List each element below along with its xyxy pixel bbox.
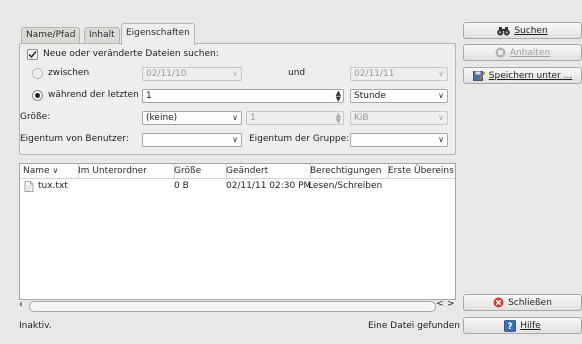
horizontal-scrollbar[interactable]: ‹ < >: [19, 299, 456, 312]
chevron-down-icon: ∨: [232, 113, 238, 122]
binoculars-icon: [497, 26, 511, 35]
file-size: 0 B: [174, 181, 189, 191]
close-button[interactable]: Schließen: [463, 294, 582, 311]
chevron-down-icon: ∨: [232, 135, 238, 144]
column-header-modified[interactable]: Geändert: [223, 164, 311, 178]
help-button[interactable]: ? Hilfe: [463, 317, 582, 334]
tab-name-path[interactable]: Name/Pfad: [21, 27, 81, 44]
scroll-left-icon[interactable]: ‹: [19, 299, 23, 310]
tab-properties[interactable]: Eigenschaften: [121, 23, 195, 45]
results-list[interactable]: Name ∨ Im Unterordner Größe Geändert Ber…: [19, 163, 456, 300]
chevron-down-icon: ∨: [438, 113, 444, 122]
scrollbar-track[interactable]: [29, 301, 436, 312]
tab-content[interactable]: Inhalt: [84, 27, 120, 44]
size-mode-select[interactable]: (keine) ∨: [142, 111, 242, 125]
spin-arrows-icon: ▲ ▼: [335, 111, 341, 125]
scroll-left-arrow-icon[interactable]: <: [436, 299, 444, 309]
scroll-right-arrow-icon[interactable]: >: [447, 299, 455, 309]
sort-chevron-icon: ∨: [52, 166, 59, 175]
between-from-date[interactable]: 02/11/10 ∨: [142, 67, 242, 81]
help-icon: ?: [504, 319, 517, 332]
chevron-down-icon: ∨: [438, 135, 444, 144]
owner-user-label: Eigentum von Benutzer:: [20, 134, 129, 144]
size-unit-select[interactable]: KiB ∨: [350, 111, 448, 125]
file-modified: 02/11/11 02:30 PM: [226, 181, 312, 191]
during-last-label: während der letzten: [48, 90, 139, 100]
save-as-button[interactable]: Speichern unter ...: [463, 67, 582, 84]
during-last-spinbox[interactable]: 1 ▲ ▼: [142, 89, 344, 103]
new-or-changed-checkbox[interactable]: [27, 49, 38, 60]
between-label: zwischen: [48, 68, 90, 78]
table-row[interactable]: tux.txt 0 B 02/11/11 02:30 PM Lesen/Schr…: [20, 180, 455, 193]
between-to-date[interactable]: 02/11/11 ∨: [350, 67, 448, 81]
svg-text:?: ?: [508, 322, 513, 332]
save-as-icon: [472, 71, 485, 81]
chevron-down-icon: ∨: [438, 69, 444, 78]
column-header-first-match[interactable]: Erste Übereins: [385, 164, 459, 178]
column-header-permissions[interactable]: Berechtigungen: [307, 164, 389, 178]
properties-panel: Neue oder veränderte Dateien suchen: zwi…: [19, 43, 456, 155]
close-icon: [493, 297, 504, 308]
owner-group-label: Eigentum der Gruppe:: [249, 134, 350, 144]
search-button[interactable]: Suchen: [463, 22, 582, 39]
text-file-icon: [24, 181, 34, 192]
chevron-down-icon: ∨: [232, 69, 238, 78]
status-text: Inaktiv.: [19, 321, 52, 331]
time-unit-select[interactable]: Stunde ∨: [350, 89, 448, 103]
results-count-text: Eine Datei gefunden: [368, 321, 460, 331]
column-header-size[interactable]: Größe: [171, 164, 227, 178]
owner-user-select[interactable]: ∨: [142, 133, 242, 147]
check-icon: [28, 51, 37, 59]
column-header-subfolder[interactable]: Im Unterordner: [75, 164, 175, 178]
and-label: und: [288, 68, 306, 78]
spin-arrows-icon: ▲ ▼: [335, 89, 341, 103]
size-value-spinbox[interactable]: 1 ▲ ▼: [246, 111, 344, 125]
chevron-down-icon: ∨: [438, 91, 444, 100]
stop-button[interactable]: Anhalten: [463, 44, 582, 61]
during-last-radio[interactable]: [32, 90, 43, 101]
file-permissions: Lesen/Schreiben: [308, 181, 383, 191]
column-header-name[interactable]: Name ∨: [20, 164, 79, 178]
file-name: tux.txt: [38, 181, 68, 191]
owner-group-select[interactable]: ∨: [350, 133, 448, 147]
new-or-changed-label: Neue oder veränderte Dateien suchen:: [43, 49, 219, 59]
size-label: Größe:: [20, 112, 51, 122]
between-radio[interactable]: [32, 68, 43, 79]
stop-icon: [495, 47, 506, 58]
